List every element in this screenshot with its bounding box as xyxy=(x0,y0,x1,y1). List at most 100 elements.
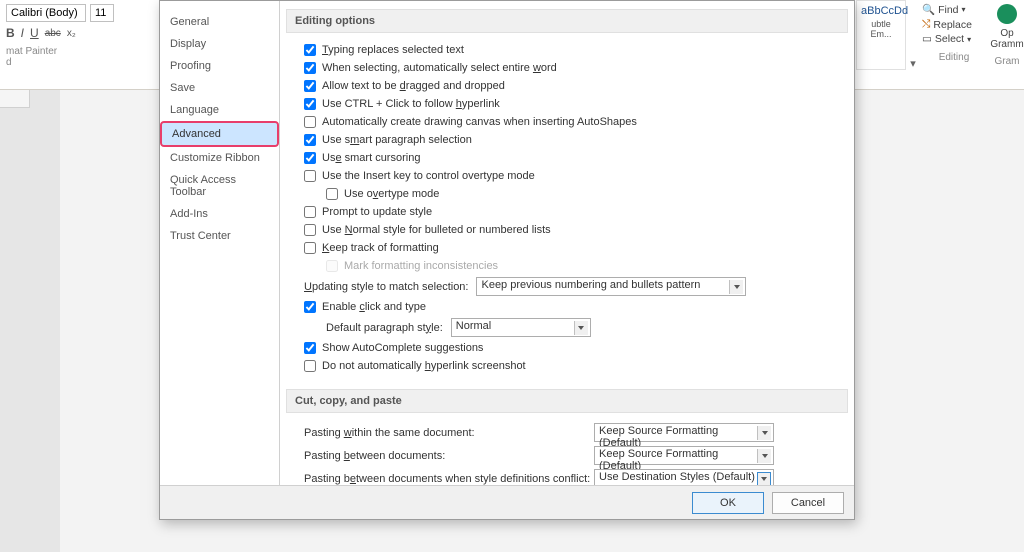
opt-auto-select-word[interactable]: When selecting, automatically select ent… xyxy=(286,59,848,77)
nav-trust-center[interactable]: Trust Center xyxy=(160,225,279,247)
nav-save[interactable]: Save xyxy=(160,77,279,99)
select-updating-style-value: Keep previous numbering and bullets patt… xyxy=(481,279,700,291)
nav-advanced[interactable]: Advanced xyxy=(160,121,279,147)
opt-normal-bulleted[interactable]: Use Normal style for bulleted or numbere… xyxy=(286,221,848,239)
select-updating-style[interactable]: Keep previous numbering and bullets patt… xyxy=(476,277,746,296)
style-preview-cell[interactable]: aBbCcDd ubtle Em... xyxy=(856,0,906,70)
opt-autocomplete[interactable]: Show AutoComplete suggestions xyxy=(286,339,848,357)
ok-button[interactable]: OK xyxy=(692,492,764,514)
subscript-button[interactable]: x₂ xyxy=(67,28,76,39)
chk-ctrl-click[interactable] xyxy=(304,98,316,110)
caret-icon xyxy=(757,449,771,463)
lbl-ctrl-click: Use CTRL + Click to follow hyperlink xyxy=(322,96,500,112)
opt-ctrl-click[interactable]: Use CTRL + Click to follow hyperlink xyxy=(286,95,848,113)
chk-auto-select-word[interactable] xyxy=(304,62,316,74)
select-icon: ▭ xyxy=(922,33,932,45)
nav-general[interactable]: General xyxy=(160,11,279,33)
chk-prompt-update[interactable] xyxy=(304,206,316,218)
opt-click-type[interactable]: Enable click and type xyxy=(286,298,848,316)
opt-smart-para[interactable]: Use smart paragraph selection xyxy=(286,131,848,149)
select-paste-conflict-value: Use Destination Styles (Default) xyxy=(599,471,755,483)
caret-icon xyxy=(757,472,771,485)
chk-keep-track[interactable] xyxy=(304,242,316,254)
chk-drag-drop[interactable] xyxy=(304,80,316,92)
find-icon: 🔍 xyxy=(922,3,935,16)
opt-overtype[interactable]: Use overtype mode xyxy=(286,185,848,203)
opt-no-auto-hyperlink[interactable]: Do not automatically hyperlink screensho… xyxy=(286,357,848,375)
grammar-open-label: Op xyxy=(990,28,1024,39)
lbl-insert-overtype: Use the Insert key to control overtype m… xyxy=(322,168,535,184)
font-size-input[interactable] xyxy=(90,4,114,22)
dialog-body: General Display Proofing Save Language A… xyxy=(160,1,854,485)
row-paste-within: Pasting within the same document: Keep S… xyxy=(286,421,848,444)
select-paste-within[interactable]: Keep Source Formatting (Default) xyxy=(594,423,774,442)
lbl-paste-between: Pasting between documents: xyxy=(304,450,594,462)
caret-icon xyxy=(757,426,771,440)
cancel-button[interactable]: Cancel xyxy=(772,492,844,514)
select-paste-between[interactable]: Keep Source Formatting (Default) xyxy=(594,446,774,465)
select-paste-conflict[interactable]: Use Destination Styles (Default) xyxy=(594,469,774,485)
ruler-corner xyxy=(0,90,30,108)
opt-prompt-update[interactable]: Prompt to update style xyxy=(286,203,848,221)
options-dialog: General Display Proofing Save Language A… xyxy=(159,0,855,520)
italic-button[interactable]: I xyxy=(21,26,24,40)
opt-keep-track[interactable]: Keep track of formatting xyxy=(286,239,848,257)
opt-auto-canvas[interactable]: Automatically create drawing canvas when… xyxy=(286,113,848,131)
editing-options-header: Editing options xyxy=(286,9,848,33)
options-nav-pane: General Display Proofing Save Language A… xyxy=(160,1,280,485)
chk-normal-bulleted[interactable] xyxy=(304,224,316,236)
chk-autocomplete[interactable] xyxy=(304,342,316,354)
chk-auto-canvas[interactable] xyxy=(304,116,316,128)
select-label: Select xyxy=(935,33,964,45)
nav-quick-access[interactable]: Quick Access Toolbar xyxy=(160,169,279,203)
font-name-input[interactable] xyxy=(6,4,86,22)
lbl-overtype: Use overtype mode xyxy=(344,186,439,202)
lbl-smart-cursor: Use smart cursoring xyxy=(322,150,420,166)
nav-proofing[interactable]: Proofing xyxy=(160,55,279,77)
lbl-prompt-update: Prompt to update style xyxy=(322,204,432,220)
underline-button[interactable]: U xyxy=(30,26,39,40)
select-default-para[interactable]: Normal xyxy=(451,318,591,337)
style-name-text: ubtle Em... xyxy=(861,19,901,39)
lbl-updating-style: Updating style to match selection: xyxy=(304,281,468,293)
content-inner: Editing options Typing replaces selected… xyxy=(286,9,848,485)
options-content-pane[interactable]: Editing options Typing replaces selected… xyxy=(280,1,854,485)
opt-typing-replaces[interactable]: Typing replaces selected text xyxy=(286,41,848,59)
row-paste-conflict: Pasting between documents when style def… xyxy=(286,467,848,485)
nav-language[interactable]: Language xyxy=(160,99,279,121)
opt-drag-drop[interactable]: Allow text to be dragged and dropped xyxy=(286,77,848,95)
styles-more-button[interactable]: ▾ xyxy=(906,0,920,70)
row-updating-style: Updating style to match selection: Keep … xyxy=(286,275,848,298)
bold-button[interactable]: B xyxy=(6,26,15,40)
opt-insert-overtype[interactable]: Use the Insert key to control overtype m… xyxy=(286,167,848,185)
clipboard-fragment: d xyxy=(6,57,146,68)
format-row: B I U abc x₂ xyxy=(6,26,146,40)
caret-icon xyxy=(729,280,743,294)
nav-display[interactable]: Display xyxy=(160,33,279,55)
strike-button[interactable]: abc xyxy=(45,28,61,39)
chk-click-type[interactable] xyxy=(304,301,316,313)
grammar-icon[interactable] xyxy=(997,4,1017,24)
chk-mark-inconsist xyxy=(326,260,338,272)
lbl-paste-within: Pasting within the same document: xyxy=(304,427,594,439)
lbl-mark-inconsist: Mark formatting inconsistencies xyxy=(344,258,498,274)
nav-add-ins[interactable]: Add-Ins xyxy=(160,203,279,225)
caret-icon xyxy=(574,321,588,335)
editing-group-label: Editing xyxy=(922,52,986,63)
row-paste-between: Pasting between documents: Keep Source F… xyxy=(286,444,848,467)
opt-mark-inconsist: Mark formatting inconsistencies xyxy=(286,257,848,275)
select-button[interactable]: ▭Select▾ xyxy=(922,32,986,46)
lbl-auto-canvas: Automatically create drawing canvas when… xyxy=(322,114,637,130)
chk-no-auto-hyperlink[interactable] xyxy=(304,360,316,372)
opt-smart-cursor[interactable]: Use smart cursoring xyxy=(286,149,848,167)
gram-short-label: Gram xyxy=(990,56,1024,67)
replace-button[interactable]: ⤭Replace xyxy=(922,17,986,32)
chk-smart-cursor[interactable] xyxy=(304,152,316,164)
chk-smart-para[interactable] xyxy=(304,134,316,146)
chk-overtype[interactable] xyxy=(326,188,338,200)
nav-customize-ribbon[interactable]: Customize Ribbon xyxy=(160,147,279,169)
find-button[interactable]: 🔍Find▾ xyxy=(922,2,986,17)
chk-insert-overtype[interactable] xyxy=(304,170,316,182)
chk-typing-replaces[interactable] xyxy=(304,44,316,56)
ccp-header: Cut, copy, and paste xyxy=(286,389,848,413)
